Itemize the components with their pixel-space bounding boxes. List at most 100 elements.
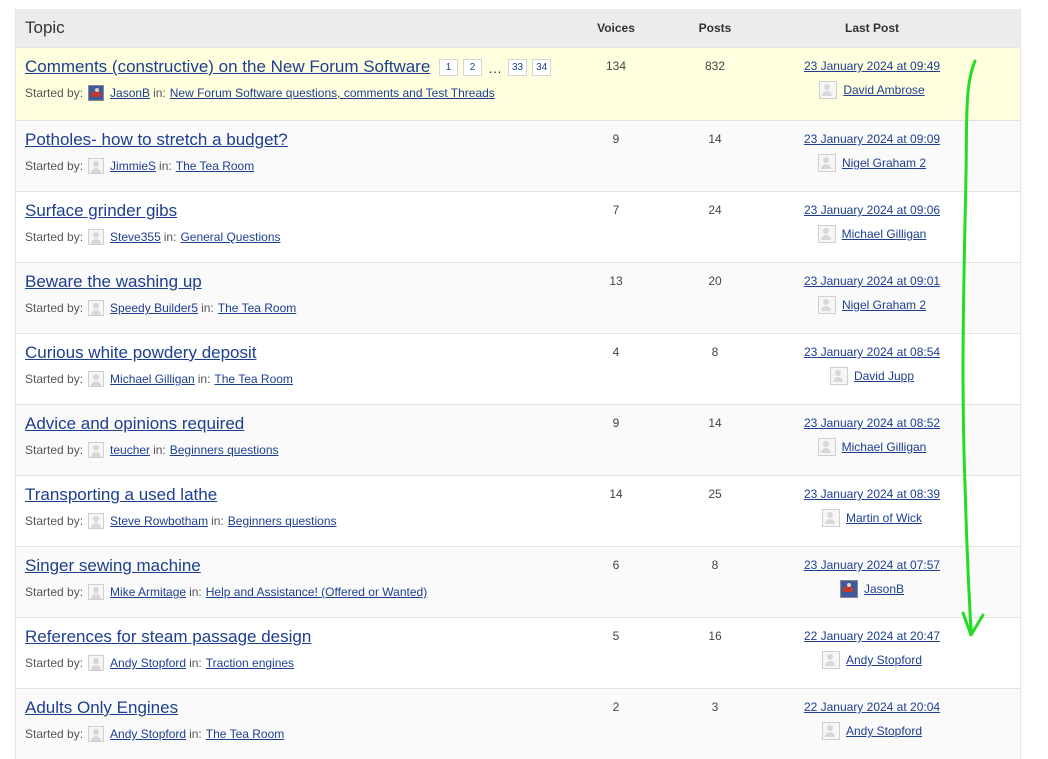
last-post-date-link[interactable]: 23 January 2024 at 08:54 <box>804 345 940 359</box>
voices-count: 4 <box>612 345 620 359</box>
last-post-author-link[interactable]: Nigel Graham 2 <box>842 298 926 312</box>
starter-link[interactable]: JimmieS <box>110 159 156 173</box>
started-by-label: Started by: <box>25 230 84 244</box>
last-post-cell: 22 January 2024 at 20:47 Andy Stopford <box>772 629 972 669</box>
starter-link[interactable]: JasonB <box>110 86 150 100</box>
last-post-avatar[interactable] <box>839 580 858 598</box>
voices-count: 9 <box>612 132 620 146</box>
voices-column-header: Voices <box>597 21 635 35</box>
topic-title-link[interactable]: Singer sewing machine <box>25 556 201 576</box>
topic-meta: Started by: Steve355 in: General Questio… <box>25 229 281 245</box>
last-post-author-link[interactable]: Michael Gilligan <box>842 227 927 241</box>
starter-link[interactable]: Mike Armitage <box>110 585 186 599</box>
starter-link[interactable]: Andy Stopford <box>110 727 186 741</box>
pagination-page-link[interactable]: 2 <box>463 59 482 76</box>
forum-link[interactable]: Beginners questions <box>170 443 279 457</box>
forum-link[interactable]: The Tea Room <box>218 301 297 315</box>
last-post-author-link[interactable]: Michael Gilligan <box>842 440 927 454</box>
topic-title-link[interactable]: Potholes- how to stretch a budget? <box>25 130 288 150</box>
starter-avatar[interactable] <box>88 300 105 316</box>
last-post-date-link[interactable]: 22 January 2024 at 20:47 <box>804 629 940 643</box>
last-post-date-link[interactable]: 23 January 2024 at 08:52 <box>804 416 940 430</box>
last-post-date-link[interactable]: 23 January 2024 at 08:39 <box>804 487 940 501</box>
last-post-avatar[interactable] <box>821 651 840 669</box>
starter-avatar[interactable] <box>88 85 105 101</box>
last-post-author: JasonB <box>772 580 972 598</box>
pagination-page-link[interactable]: 1 <box>439 59 458 76</box>
last-post-avatar[interactable] <box>829 367 848 385</box>
last-post-author-link[interactable]: Andy Stopford <box>846 653 922 667</box>
last-post-date-link[interactable]: 23 January 2024 at 07:57 <box>804 558 940 572</box>
forum-link[interactable]: The Tea Room <box>176 159 255 173</box>
topic-title-link[interactable]: Curious white powdery deposit <box>25 343 257 363</box>
last-post-author-link[interactable]: David Ambrose <box>843 83 924 97</box>
forum-link[interactable]: The Tea Room <box>214 372 293 386</box>
scroll-down-arrow-annotation <box>961 59 985 637</box>
in-label: in: <box>159 159 172 173</box>
topic-title-link[interactable]: Advice and opinions required <box>25 414 244 434</box>
last-post-avatar[interactable] <box>819 81 838 99</box>
last-post-cell: 23 January 2024 at 08:52 Michael Gilliga… <box>772 416 972 456</box>
topic-title-link[interactable]: Adults Only Engines <box>25 698 178 718</box>
last-post-date-link[interactable]: 23 January 2024 at 09:01 <box>804 274 940 288</box>
forum-link[interactable]: Help and Assistance! (Offered or Wanted) <box>206 585 427 599</box>
last-post-date-link[interactable]: 23 January 2024 at 09:06 <box>804 203 940 217</box>
forum-link[interactable]: The Tea Room <box>206 727 285 741</box>
topic-title-link[interactable]: Beware the washing up <box>25 272 202 292</box>
last-post-author-link[interactable]: Martin of Wick <box>846 511 922 525</box>
starter-avatar[interactable] <box>88 371 105 387</box>
topic-meta: Started by: Michael Gilligan in: The Tea… <box>25 371 293 387</box>
last-post-author-link[interactable]: Andy Stopford <box>846 724 922 738</box>
forum-link[interactable]: Beginners questions <box>228 514 337 528</box>
topic-title-link[interactable]: Transporting a used lathe <box>25 485 217 505</box>
forum-link[interactable]: Traction engines <box>206 656 294 670</box>
starter-avatar[interactable] <box>88 442 105 458</box>
starter-link[interactable]: Steve355 <box>110 230 161 244</box>
starter-avatar[interactable] <box>88 584 105 600</box>
starter-link[interactable]: Andy Stopford <box>110 656 186 670</box>
last-post-avatar[interactable] <box>821 722 840 740</box>
topic-title-link[interactable]: Comments (constructive) on the New Forum… <box>25 57 430 77</box>
topic-title-link[interactable]: Surface grinder gibs <box>25 201 177 221</box>
topic-row: Advice and opinions required Started by:… <box>16 404 1020 475</box>
starter-avatar[interactable] <box>88 513 105 529</box>
started-by-label: Started by: <box>25 514 84 528</box>
starter-link[interactable]: Michael Gilligan <box>110 372 195 386</box>
topic-meta: Started by: JimmieS in: The Tea Room <box>25 158 254 174</box>
last-post-cell: 23 January 2024 at 08:39 Martin of Wick <box>772 487 972 527</box>
topic-rows: Comments (constructive) on the New Forum… <box>16 47 1020 759</box>
topic-meta: Started by: Andy Stopford in: Traction e… <box>25 655 294 671</box>
last-post-date-link[interactable]: 23 January 2024 at 09:09 <box>804 132 940 146</box>
starter-avatar[interactable] <box>88 229 105 245</box>
posts-count: 24 <box>708 203 722 217</box>
starter-link[interactable]: Steve Rowbotham <box>110 514 208 528</box>
starter-avatar[interactable] <box>88 726 105 742</box>
last-post-date-link[interactable]: 22 January 2024 at 20:04 <box>804 700 940 714</box>
last-post-author-link[interactable]: David Jupp <box>854 369 914 383</box>
forum-link[interactable]: General Questions <box>180 230 280 244</box>
pagination-page-link[interactable]: 33 <box>508 59 528 76</box>
starter-avatar[interactable] <box>88 655 105 671</box>
last-post-cell: 22 January 2024 at 20:04 Andy Stopford <box>772 700 972 740</box>
last-post-avatar[interactable] <box>817 225 836 243</box>
topic-title-link[interactable]: References for steam passage design <box>25 627 311 647</box>
last-post-author: Andy Stopford <box>772 651 972 669</box>
last-post-avatar[interactable] <box>817 438 836 456</box>
forum-link[interactable]: New Forum Software questions, comments a… <box>170 86 495 100</box>
pagination-page-link[interactable]: 34 <box>532 59 552 76</box>
last-post-author-link[interactable]: Nigel Graham 2 <box>842 156 926 170</box>
in-label: in: <box>189 585 202 599</box>
last-post-avatar[interactable] <box>817 296 836 314</box>
posts-count: 8 <box>711 558 719 572</box>
topic-meta: Started by: JasonB in: New Forum Softwar… <box>25 85 495 101</box>
last-post-avatar[interactable] <box>817 154 836 172</box>
last-post-avatar[interactable] <box>821 509 840 527</box>
last-post-cell: 23 January 2024 at 09:49 David Ambrose <box>772 59 972 99</box>
voices-count: 5 <box>612 629 620 643</box>
last-post-author-link[interactable]: JasonB <box>864 582 904 596</box>
last-post-date-link[interactable]: 23 January 2024 at 09:49 <box>804 59 940 73</box>
starter-link[interactable]: teucher <box>110 443 150 457</box>
posts-count: 14 <box>708 132 722 146</box>
starter-link[interactable]: Speedy Builder5 <box>110 301 198 315</box>
starter-avatar[interactable] <box>88 158 105 174</box>
